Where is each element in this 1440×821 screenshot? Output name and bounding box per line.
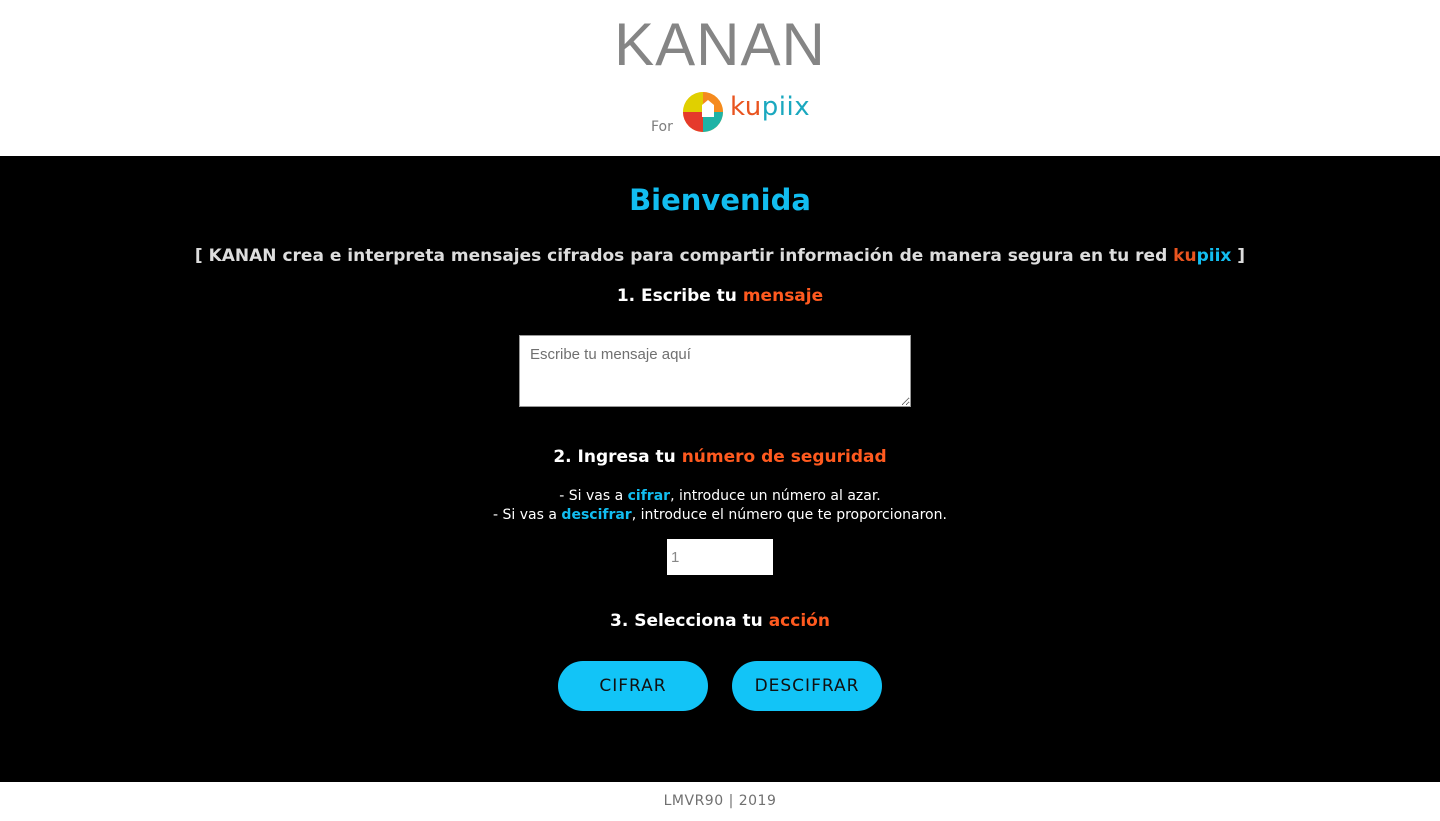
hint-2-suffix: , introduce el número que te proporciona…	[631, 507, 947, 523]
app-title: KANAN	[614, 11, 826, 78]
intro-before: [ KANAN crea e interpreta mensajes cifra…	[194, 246, 1174, 266]
step-2-prefix: 2. Ingresa tu	[553, 447, 682, 467]
hint-1-prefix: - Si vas a	[559, 488, 628, 504]
step-3-heading: 3. Selecciona tu acción	[0, 611, 1440, 631]
decrypt-button[interactable]: DESCIFRAR	[732, 661, 882, 711]
intro-after: ]	[1231, 246, 1246, 266]
step-3-prefix: 3. Selecciona tu	[610, 611, 769, 631]
kupiix-logo-text: kupiix	[730, 92, 810, 122]
footer-text: LMVR90 | 2019	[663, 793, 777, 809]
brand-row: For kupiix	[651, 88, 851, 138]
intro-brand-part2: piix	[1196, 246, 1232, 266]
encrypt-button[interactable]: CIFRAR	[558, 661, 708, 711]
step-1-heading: 1. Escribe tu mensaje	[0, 286, 1440, 306]
hint-decrypt: - Si vas a descifrar, introduce el númer…	[0, 506, 1440, 525]
welcome-heading: Bienvenida	[629, 183, 811, 217]
hint-2-prefix: - Si vas a	[493, 507, 562, 523]
intro-brand-part1: ku	[1173, 246, 1197, 266]
main-panel: Bienvenida [ KANAN crea e interpreta men…	[0, 156, 1440, 782]
step-3-highlight: acción	[768, 611, 830, 631]
step-1-prefix: 1. Escribe tu	[616, 286, 743, 306]
header: KANAN For kupiix	[0, 0, 1440, 156]
hint-1-suffix: , introduce un número al azar.	[670, 488, 881, 504]
security-hints: - Si vas a cifrar, introduce un número a…	[0, 487, 1440, 525]
step-2-heading: 2. Ingresa tu número de seguridad	[0, 447, 1440, 467]
security-number-input[interactable]	[667, 539, 773, 575]
hint-encrypt: - Si vas a cifrar, introduce un número a…	[0, 487, 1440, 506]
hint-2-highlight: descifrar	[561, 507, 632, 523]
kupiix-logo-icon	[683, 92, 723, 132]
step-2-highlight: número de seguridad	[681, 447, 887, 467]
message-input[interactable]	[519, 335, 911, 407]
step-1-highlight: mensaje	[742, 286, 824, 306]
logo-text-part1: ku	[730, 92, 762, 122]
logo-text-part2: piix	[761, 92, 811, 122]
hint-1-highlight: cifrar	[627, 488, 671, 504]
for-label: For	[651, 119, 673, 135]
intro-text: [ KANAN crea e interpreta mensajes cifra…	[0, 246, 1440, 266]
